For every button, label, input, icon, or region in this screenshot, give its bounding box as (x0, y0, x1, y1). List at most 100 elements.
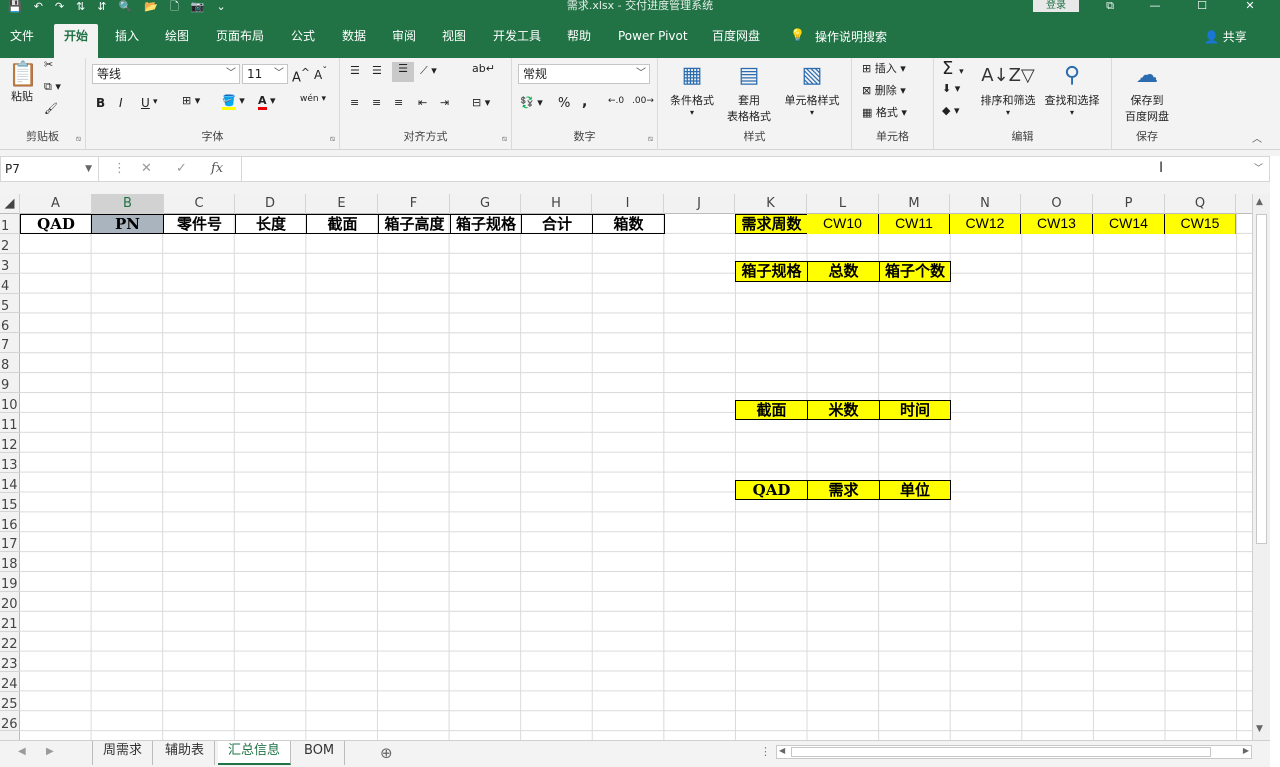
tab-file[interactable]: 文件 (10, 28, 34, 44)
column-header[interactable]: N (950, 194, 1021, 214)
cell-c1[interactable]: 零件号 (163, 214, 236, 234)
row-header[interactable]: 10 (0, 393, 20, 413)
find-select-button[interactable]: ⚲ 查找和选择 ▾ (1040, 60, 1104, 117)
clear-icon[interactable]: ◆ ▾ (942, 104, 959, 117)
phonetic-icon[interactable]: wén ▾ (300, 94, 326, 104)
cell-b1[interactable]: PN (91, 214, 164, 234)
cell-l10[interactable]: 米数 (807, 400, 880, 420)
tab-home[interactable]: 开始 (54, 24, 99, 58)
font-name-combo[interactable]: 等线 ﹀ (92, 64, 240, 84)
sheet-tab[interactable]: 周需求 (92, 741, 154, 765)
tab-data[interactable]: 数据 (342, 28, 366, 44)
format-as-table-button[interactable]: ▤ 套用 表格格式 (718, 60, 780, 124)
cell-d1[interactable]: 长度 (235, 214, 307, 234)
sheet-tab-active[interactable]: 汇总信息 (218, 741, 292, 765)
row-header[interactable]: 5 (0, 294, 20, 314)
cell-m10[interactable]: 时间 (879, 400, 951, 420)
column-header[interactable]: P (1093, 194, 1165, 214)
cell-p1[interactable]: CW14 (1093, 214, 1165, 234)
cell-f1[interactable]: 箱子高度 (378, 214, 451, 234)
row-header[interactable]: 23 (0, 652, 20, 672)
next-sheet-icon[interactable]: ▶ (46, 746, 54, 757)
column-header[interactable]: Q (1165, 194, 1236, 214)
clipboard-launcher-icon[interactable]: ⧅ (76, 134, 81, 144)
tell-me-search[interactable]: 💡 操作说明搜索 (790, 28, 887, 45)
decrease-indent-icon[interactable]: ⇤ (418, 96, 427, 109)
italic-button[interactable]: I (119, 96, 123, 110)
column-header[interactable]: H (521, 194, 592, 214)
column-header[interactable]: A (20, 194, 92, 214)
decrease-decimal-icon[interactable]: .00→ (632, 96, 654, 106)
cell-m3[interactable]: 箱子个数 (879, 261, 951, 282)
row-header[interactable]: 7 (0, 333, 20, 354)
scroll-right-icon[interactable]: ▶ (1243, 746, 1249, 755)
orientation-icon[interactable]: ⟋ ▾ (420, 64, 437, 78)
tab-page-layout[interactable]: 页面布局 (216, 28, 264, 44)
tab-developer[interactable]: 开发工具 (493, 28, 541, 44)
column-header[interactable]: L (807, 194, 879, 214)
row-header[interactable]: 9 (0, 373, 20, 394)
increase-decimal-icon[interactable]: ←.0 (608, 96, 624, 106)
cell-i1[interactable]: 箱数 (592, 214, 665, 234)
cell-l3[interactable]: 总数 (807, 261, 880, 282)
cell-n1[interactable]: CW12 (950, 214, 1021, 234)
bold-button[interactable]: B (96, 96, 105, 110)
row-header[interactable]: 4 (0, 274, 20, 294)
horizontal-scroll-thumb[interactable] (791, 747, 1211, 757)
cell-q1[interactable]: CW15 (1165, 214, 1236, 234)
comma-button[interactable]: , (582, 94, 587, 110)
delete-cells-button[interactable]: ⊠ 删除 ▾ (862, 82, 906, 98)
row-header[interactable]: 8 (0, 353, 20, 374)
font-color-icon[interactable]: A ▾ (258, 94, 276, 110)
scroll-down-icon[interactable]: ▼ (1256, 724, 1263, 734)
more-icon[interactable]: ⋮ (760, 745, 771, 758)
tab-draw[interactable]: 绘图 (165, 28, 189, 44)
cell-l14[interactable]: 需求 (807, 480, 880, 500)
row-header[interactable]: 11 (0, 413, 20, 433)
cell-e1[interactable]: 截面 (306, 214, 379, 234)
cell-m14[interactable]: 单位 (879, 480, 951, 500)
cell-h1[interactable]: 合计 (521, 214, 593, 234)
scroll-up-icon[interactable]: ▲ (1256, 197, 1263, 207)
ribbon-display-icon[interactable]: ⧉ (1098, 0, 1122, 14)
decrease-font-icon[interactable]: Aˇ (314, 66, 327, 82)
number-launcher-icon[interactable]: ⧅ (648, 134, 653, 144)
number-format-combo[interactable]: 常规 ﹀ (518, 64, 650, 84)
tab-review[interactable]: 审阅 (392, 28, 416, 44)
tab-insert[interactable]: 插入 (115, 28, 139, 44)
tab-power-pivot[interactable]: Power Pivot (618, 28, 688, 44)
row-header[interactable]: 18 (0, 552, 20, 573)
row-header[interactable]: 16 (0, 513, 20, 533)
cell-k1[interactable]: 需求周数 (735, 214, 808, 234)
top-align-icon[interactable]: ☰ (350, 64, 360, 77)
row-header[interactable]: 1 (0, 214, 20, 234)
expand-formula-icon[interactable]: ﹀ (1254, 161, 1263, 174)
scroll-left-icon[interactable]: ◀ (779, 746, 785, 755)
column-header[interactable]: G (450, 194, 521, 214)
minimize-icon[interactable]: — (1143, 0, 1167, 14)
align-left-icon[interactable]: ≡ (350, 96, 359, 109)
bottom-align-icon[interactable]: ☰ (392, 62, 414, 82)
row-header[interactable]: 2 (0, 234, 20, 254)
insert-cells-button[interactable]: ⊞ 插入 ▾ (862, 60, 906, 76)
column-header[interactable]: O (1021, 194, 1093, 214)
cut-icon[interactable]: ✂ (44, 58, 53, 71)
add-sheet-icon[interactable]: ⊕ (380, 744, 393, 762)
conditional-formatting-button[interactable]: ▦ 条件格式 ▾ (664, 60, 720, 117)
align-right-icon[interactable]: ≡ (394, 96, 403, 109)
row-header[interactable]: 3 (0, 254, 20, 274)
cell-k3[interactable]: 箱子规格 (735, 261, 808, 282)
column-header[interactable]: I (592, 194, 664, 214)
maximize-icon[interactable]: ☐ (1190, 0, 1214, 14)
font-launcher-icon[interactable]: ⧅ (330, 134, 335, 144)
formula-input[interactable]: I ﹀ (241, 157, 1269, 181)
row-header[interactable]: 21 (0, 612, 20, 632)
fill-icon[interactable]: ⬇ ▾ (942, 82, 960, 95)
sort-filter-button[interactable]: A↓Z▽ 排序和筛选 ▾ (976, 60, 1040, 117)
row-header[interactable]: 19 (0, 572, 20, 593)
currency-icon[interactable]: 💱 ▾ (520, 96, 543, 109)
autosum-icon[interactable]: Σ ▾ (942, 58, 964, 79)
paste-button[interactable]: 📋 粘贴 (8, 60, 38, 104)
copy-icon[interactable]: ⧉ ▾ (44, 80, 61, 94)
share-button[interactable]: 👤 共享 (1204, 28, 1247, 45)
